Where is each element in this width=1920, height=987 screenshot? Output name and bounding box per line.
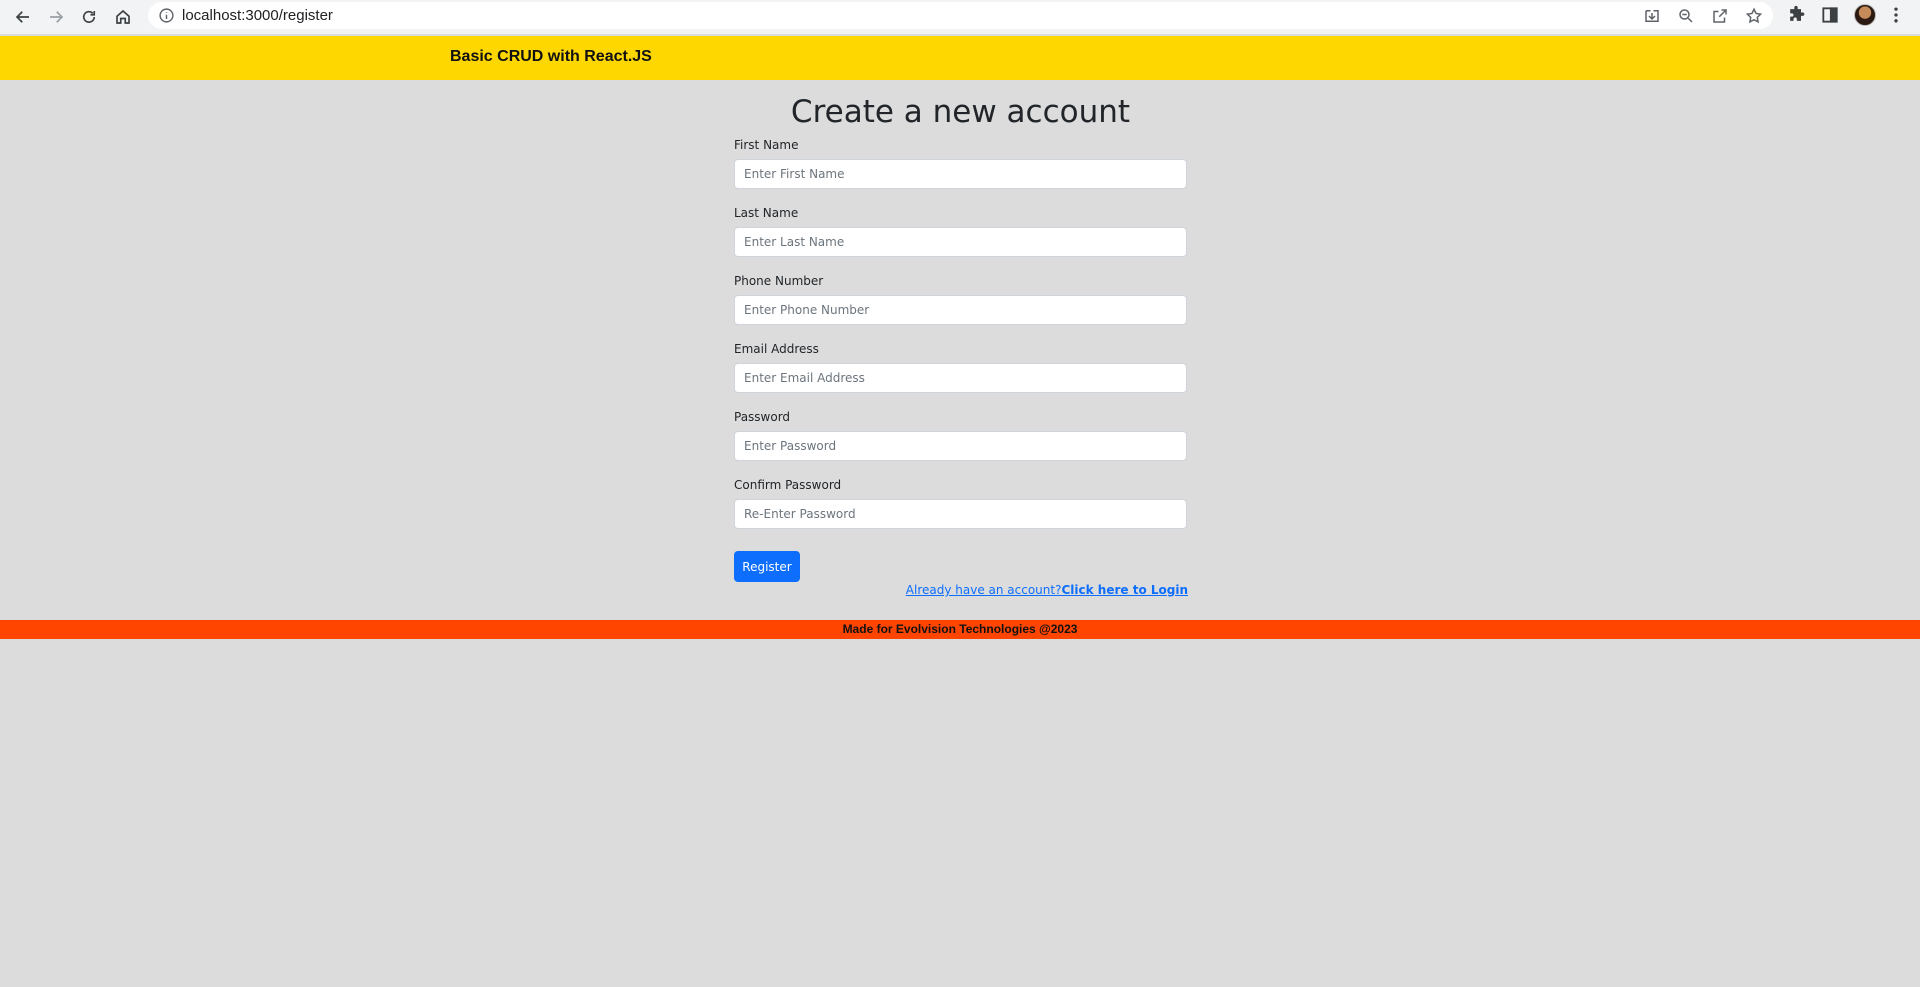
- page-title: Create a new account: [790, 94, 1131, 130]
- login-link[interactable]: Click here to Login: [1061, 583, 1188, 597]
- password-label: Password: [734, 410, 791, 424]
- last-name-group: Last Name: [734, 204, 1187, 257]
- app-header: Basic CRUD with React.JS: [0, 36, 1920, 80]
- home-icon[interactable]: [110, 4, 136, 30]
- extensions-icon[interactable]: [1786, 5, 1806, 25]
- already-have-account-link[interactable]: Already have an account?: [906, 583, 1062, 597]
- confirm-password-group: Confirm Password: [734, 476, 1187, 529]
- star-icon[interactable]: [1745, 7, 1763, 25]
- page-footer: Made for Evolvision Technologies @2023: [0, 620, 1920, 639]
- email-address-group: Email Address: [734, 340, 1187, 393]
- first-name-input[interactable]: [734, 159, 1187, 189]
- install-icon[interactable]: [1643, 7, 1661, 25]
- login-prompt: Already have an account?Click here to Lo…: [906, 583, 1188, 597]
- password-group: Password: [734, 408, 1187, 461]
- footer-text: Made for Evolvision Technologies @2023: [842, 622, 1078, 636]
- register-button[interactable]: Register: [734, 551, 800, 582]
- first-name-label: First Name: [734, 138, 799, 152]
- back-arrow-icon[interactable]: [10, 4, 36, 30]
- address-bar[interactable]: localhost:3000/register: [148, 2, 1773, 29]
- profile-avatar[interactable]: [1854, 4, 1876, 26]
- browser-toolbar: localhost:3000/register: [0, 0, 1920, 35]
- brand-title[interactable]: Basic CRUD with React.JS: [450, 48, 652, 66]
- first-name-group: First Name: [734, 136, 1187, 189]
- kebab-menu-icon[interactable]: [1886, 5, 1906, 25]
- zoom-icon[interactable]: [1677, 7, 1695, 25]
- phone-number-group: Phone Number: [734, 272, 1187, 325]
- register-form: Create a new account First Name Last Nam…: [734, 88, 1188, 597]
- reload-icon[interactable]: [76, 4, 102, 30]
- phone-number-label: Phone Number: [734, 274, 824, 288]
- last-name-label: Last Name: [734, 206, 799, 220]
- phone-number-input[interactable]: [734, 295, 1187, 325]
- email-address-label: Email Address: [734, 342, 819, 356]
- side-panel-icon[interactable]: [1820, 5, 1840, 25]
- password-input[interactable]: [734, 431, 1187, 461]
- confirm-password-label: Confirm Password: [734, 478, 842, 492]
- share-icon[interactable]: [1711, 7, 1729, 25]
- confirm-password-input[interactable]: [734, 499, 1187, 529]
- url-text[interactable]: localhost:3000/register: [182, 7, 333, 24]
- forward-arrow-icon[interactable]: [43, 4, 69, 30]
- email-address-input[interactable]: [734, 363, 1187, 393]
- last-name-input[interactable]: [734, 227, 1187, 257]
- info-icon[interactable]: [158, 7, 175, 24]
